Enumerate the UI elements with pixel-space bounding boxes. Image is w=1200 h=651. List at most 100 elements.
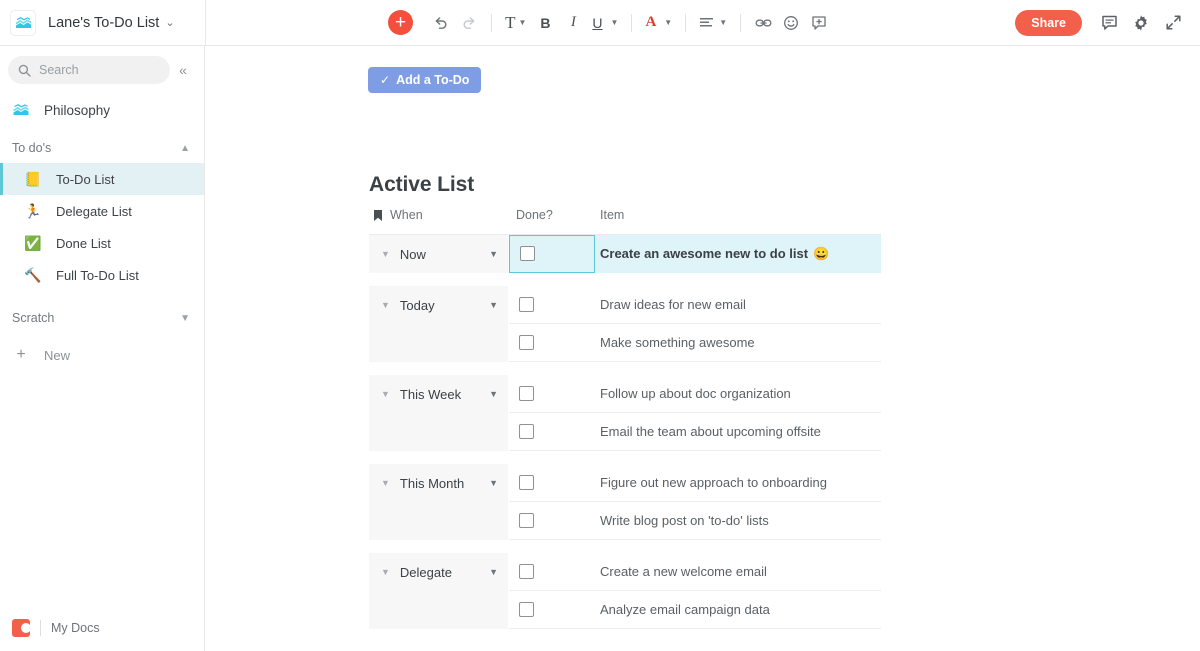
done-cell[interactable]: [509, 502, 595, 540]
sidebar-section-scratch[interactable]: Scratch ▼: [0, 303, 204, 333]
table-row[interactable]: Make something awesome: [509, 324, 881, 362]
table-group-this-week: ▼ This Week ▼ Follow up about doc organi…: [369, 375, 881, 451]
table-body: ▼ Now ▼ Create an awesome new to do list: [369, 234, 881, 629]
done-checkbox[interactable]: [519, 513, 534, 528]
chevron-down-icon[interactable]: ▼: [381, 567, 390, 577]
add-a-todo-button[interactable]: ✓ Add a To-Do: [368, 67, 482, 93]
item-cell[interactable]: Email the team about upcoming offsite: [595, 413, 881, 451]
group-dropdown-icon[interactable]: ▼: [489, 249, 498, 259]
group-when-cell[interactable]: ▼ This Month ▼: [369, 464, 509, 540]
table-header-row: When Done? Item: [369, 208, 881, 234]
done-checkbox[interactable]: [519, 475, 534, 490]
insert-icon[interactable]: [805, 8, 833, 38]
item-cell[interactable]: Create a new welcome email: [595, 553, 881, 591]
align-button[interactable]: ▼: [694, 8, 732, 38]
redo-button[interactable]: [455, 8, 483, 38]
chevron-down-icon[interactable]: ▼: [180, 313, 190, 324]
done-checkbox[interactable]: [519, 424, 534, 439]
bookmark-icon: [373, 209, 383, 222]
column-header-when[interactable]: When: [369, 208, 509, 222]
search-input[interactable]: Search: [8, 56, 170, 84]
sidebar-item-to-do-list[interactable]: 📒 To-Do List: [0, 163, 204, 195]
add-button[interactable]: +: [388, 10, 414, 35]
new-page-label: New: [44, 347, 71, 363]
done-cell[interactable]: [509, 286, 595, 324]
sidebar-item-done-list[interactable]: ✅ Done List: [0, 227, 204, 259]
sidebar-item-label: To-Do List: [56, 171, 115, 187]
done-cell[interactable]: [509, 413, 595, 451]
done-checkbox[interactable]: [519, 564, 534, 579]
column-header-label: Item: [600, 208, 625, 222]
search-row: Search «: [0, 46, 204, 84]
page-title: Active List: [369, 173, 475, 196]
table-row[interactable]: Create an awesome new to do list 😀: [509, 234, 881, 273]
group-dropdown-icon[interactable]: ▼: [489, 389, 498, 399]
expand-icon[interactable]: [1158, 8, 1188, 38]
done-checkbox[interactable]: [519, 602, 534, 617]
item-cell[interactable]: Analyze email campaign data: [595, 591, 881, 629]
collapse-sidebar-button[interactable]: «: [170, 57, 196, 83]
done-cell[interactable]: [509, 375, 595, 413]
chevron-down-icon[interactable]: ⌄: [165, 16, 174, 29]
table-row[interactable]: Figure out new approach to onboarding: [509, 464, 881, 502]
table-row[interactable]: Email the team about upcoming offsite: [509, 413, 881, 451]
group-when-cell[interactable]: ▼ Delegate ▼: [369, 553, 509, 629]
table-row[interactable]: Follow up about doc organization: [509, 375, 881, 413]
table-row[interactable]: Analyze email campaign data: [509, 591, 881, 629]
italic-button[interactable]: I: [559, 8, 587, 38]
share-button[interactable]: Share: [1015, 9, 1082, 36]
item-cell[interactable]: Write blog post on 'to-do' lists: [595, 502, 881, 540]
sidebar-item-full-to-do-list[interactable]: 🔨 Full To-Do List: [0, 259, 204, 291]
table-row[interactable]: Write blog post on 'to-do' lists: [509, 502, 881, 540]
sidebar-section-todos[interactable]: To do's ▲: [0, 133, 204, 163]
column-header-done[interactable]: Done?: [509, 208, 595, 222]
item-cell[interactable]: Draw ideas for new email: [595, 286, 881, 324]
bold-button[interactable]: B: [531, 8, 559, 38]
comment-icon[interactable]: [1094, 8, 1124, 38]
item-cell[interactable]: Figure out new approach to onboarding: [595, 464, 881, 502]
chevron-up-icon[interactable]: ▲: [180, 143, 190, 154]
group-when-cell[interactable]: ▼ This Week ▼: [369, 375, 509, 451]
group-when-cell[interactable]: ▼ Now ▼: [369, 235, 509, 273]
undo-button[interactable]: [427, 8, 455, 38]
chevron-down-icon[interactable]: ▼: [381, 300, 390, 310]
done-cell[interactable]: [509, 591, 595, 629]
link-icon[interactable]: [749, 8, 777, 38]
item-text: Draw ideas for new email: [600, 297, 746, 312]
chevron-down-icon[interactable]: ▼: [381, 478, 390, 488]
item-cell[interactable]: Follow up about doc organization: [595, 375, 881, 413]
sidebar-item-label: Full To-Do List: [56, 267, 139, 283]
toolbar-separator: [491, 13, 493, 32]
chevron-down-icon[interactable]: ▼: [381, 249, 390, 259]
underline-button[interactable]: U ▼: [587, 8, 623, 38]
done-checkbox[interactable]: [520, 246, 535, 261]
new-page-button[interactable]: + New: [0, 339, 204, 371]
emoji-icon[interactable]: [777, 8, 805, 38]
sidebar-item-delegate-list[interactable]: 🏃 Delegate List: [0, 195, 204, 227]
group-when-cell[interactable]: ▼ Today ▼: [369, 286, 509, 362]
table-row[interactable]: Create a new welcome email: [509, 553, 881, 591]
table-group-this-month: ▼ This Month ▼ Figure out new approach t…: [369, 464, 881, 540]
done-cell[interactable]: [509, 234, 595, 273]
group-dropdown-icon[interactable]: ▼: [489, 300, 498, 310]
settings-gear-icon[interactable]: [1126, 8, 1156, 38]
text-color-button[interactable]: A ▼: [640, 8, 677, 38]
doc-identity[interactable]: Lane's To-Do List ⌄: [0, 0, 205, 46]
group-dropdown-icon[interactable]: ▼: [489, 567, 498, 577]
done-cell[interactable]: [509, 464, 595, 502]
done-cell[interactable]: [509, 553, 595, 591]
done-checkbox[interactable]: [519, 297, 534, 312]
column-header-item[interactable]: Item: [595, 208, 881, 222]
done-checkbox[interactable]: [519, 335, 534, 350]
sidebar-item-philosophy[interactable]: Philosophy: [0, 93, 204, 127]
done-checkbox[interactable]: [519, 386, 534, 401]
item-cell[interactable]: Create an awesome new to do list 😀: [595, 234, 881, 273]
chevron-down-icon[interactable]: ▼: [381, 389, 390, 399]
text-style-button[interactable]: T ▼: [500, 8, 531, 38]
my-docs-button[interactable]: My Docs: [0, 605, 205, 651]
table-row[interactable]: Draw ideas for new email: [509, 286, 881, 324]
item-cell[interactable]: Make something awesome: [595, 324, 881, 362]
done-cell[interactable]: [509, 324, 595, 362]
group-dropdown-icon[interactable]: ▼: [489, 478, 498, 488]
books-icon: [12, 103, 30, 117]
